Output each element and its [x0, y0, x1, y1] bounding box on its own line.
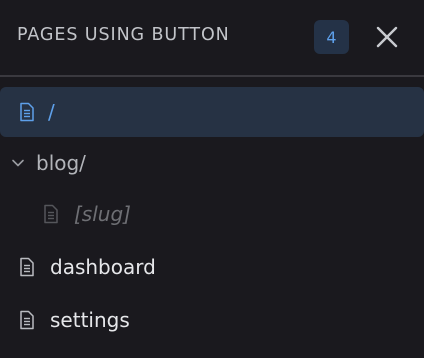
file-icon: [43, 204, 59, 224]
pages-using-button-panel: PAGES USING BUTTON 4 / blog/ [slug] dash…: [0, 0, 424, 358]
panel-header: PAGES USING BUTTON 4: [0, 0, 424, 74]
chevron-down-icon: [10, 153, 26, 173]
tree-item-slug[interactable]: [slug]: [0, 189, 424, 239]
tree-item-label: [slug]: [74, 202, 131, 226]
tree-item-label: /: [48, 100, 55, 124]
tree-item-settings[interactable]: settings: [0, 295, 424, 345]
file-icon: [19, 310, 35, 330]
file-icon: [19, 102, 35, 122]
tree-item-blog-folder[interactable]: blog/: [0, 138, 424, 188]
count-badge: 4: [314, 20, 349, 54]
tree-item-label: settings: [50, 308, 130, 332]
header-divider: [0, 75, 424, 77]
tree-item-root[interactable]: /: [0, 87, 424, 137]
close-button[interactable]: [370, 20, 404, 54]
panel-title: PAGES USING BUTTON: [17, 25, 230, 45]
tree-item-label: dashboard: [50, 255, 156, 279]
tree-item-dashboard[interactable]: dashboard: [0, 242, 424, 292]
file-icon: [19, 257, 35, 277]
close-icon: [376, 26, 398, 48]
tree-item-label: blog/: [36, 151, 86, 175]
